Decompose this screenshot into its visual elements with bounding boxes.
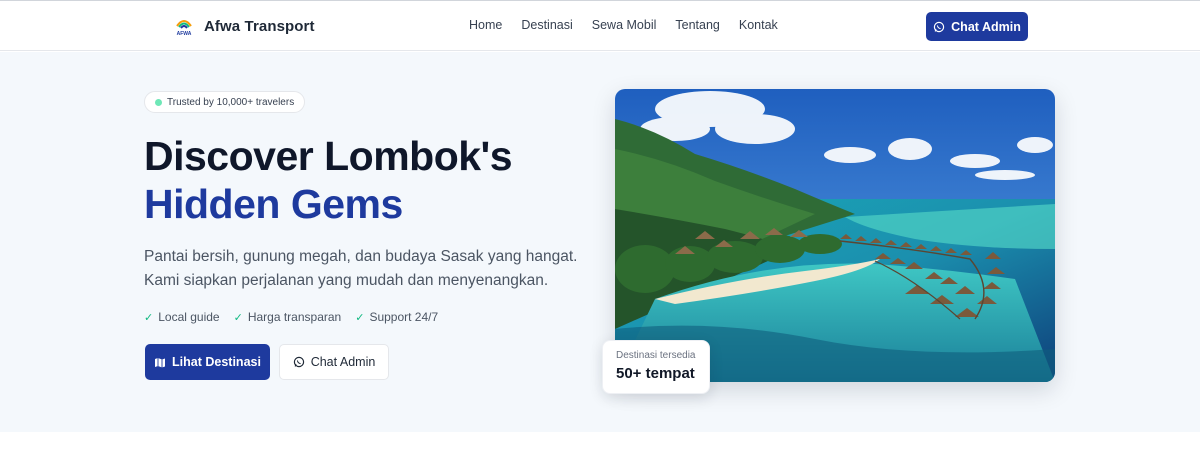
logo-icon: AFWA [174,15,194,37]
badge-dot-icon [155,99,162,106]
hero-section: Trusted by 10,000+ travelers Discover Lo… [0,52,1200,432]
map-icon [155,357,166,367]
chat-admin-hero-button[interactable]: Chat Admin [279,344,389,380]
hero-title: Discover Lombok's Hidden Gems [144,132,513,228]
hero-image [615,89,1055,382]
chat-admin-nav-label: Chat Admin [951,19,1021,34]
feature-list: ✓ Local guide ✓ Harga transparan ✓ Suppo… [144,310,438,324]
brand[interactable]: AFWA Afwa Transport [174,15,315,37]
nav-link-home[interactable]: Home [469,18,502,32]
trust-badge-text: Trusted by 10,000+ travelers [167,96,295,108]
hero-description: Pantai bersih, gunung megah, dan budaya … [144,248,578,289]
check-icon: ✓ [233,311,243,324]
stat-label: Destinasi tersedia [616,350,696,361]
hero-title-line2: Hidden Gems [144,181,403,227]
chat-admin-nav-button[interactable]: Chat Admin [926,12,1028,41]
feature-label: Support 24/7 [369,310,439,324]
nav-link-kontak[interactable]: Kontak [739,18,778,32]
nav-link-destinasi[interactable]: Destinasi [521,18,572,32]
brand-name: Afwa Transport [204,17,315,35]
chat-admin-hero-label: Chat Admin [310,355,376,369]
nav-link-sewa-mobil[interactable]: Sewa Mobil [592,18,657,32]
trust-badge: Trusted by 10,000+ travelers [144,91,306,113]
lihat-destinasi-button[interactable]: Lihat Destinasi [145,344,270,380]
check-icon: ✓ [355,311,365,324]
feature-item: ✓ Harga transparan [234,310,342,324]
stat-value: 50+ tempat [616,365,695,382]
logo-text: AFWA [177,31,192,37]
whatsapp-icon [933,21,945,32]
whatsapp-icon [293,356,304,368]
feature-label: Local guide [158,310,220,324]
nav-links: Home Destinasi Sewa Mobil Tentang Kontak [469,18,797,32]
lihat-destinasi-label: Lihat Destinasi [172,355,261,369]
island-illustration [615,89,1055,382]
nav-link-tentang[interactable]: Tentang [675,18,719,32]
check-icon: ✓ [144,311,154,324]
feature-item: ✓ Support 24/7 [355,310,438,324]
feature-item: ✓ Local guide [144,310,220,324]
navbar: AFWA Afwa Transport Home Destinasi Sewa … [0,1,1200,51]
hero-title-line1: Discover Lombok's [144,133,513,179]
feature-label: Harga transparan [247,310,342,324]
destination-stat-card: Destinasi tersedia 50+ tempat [602,340,710,394]
